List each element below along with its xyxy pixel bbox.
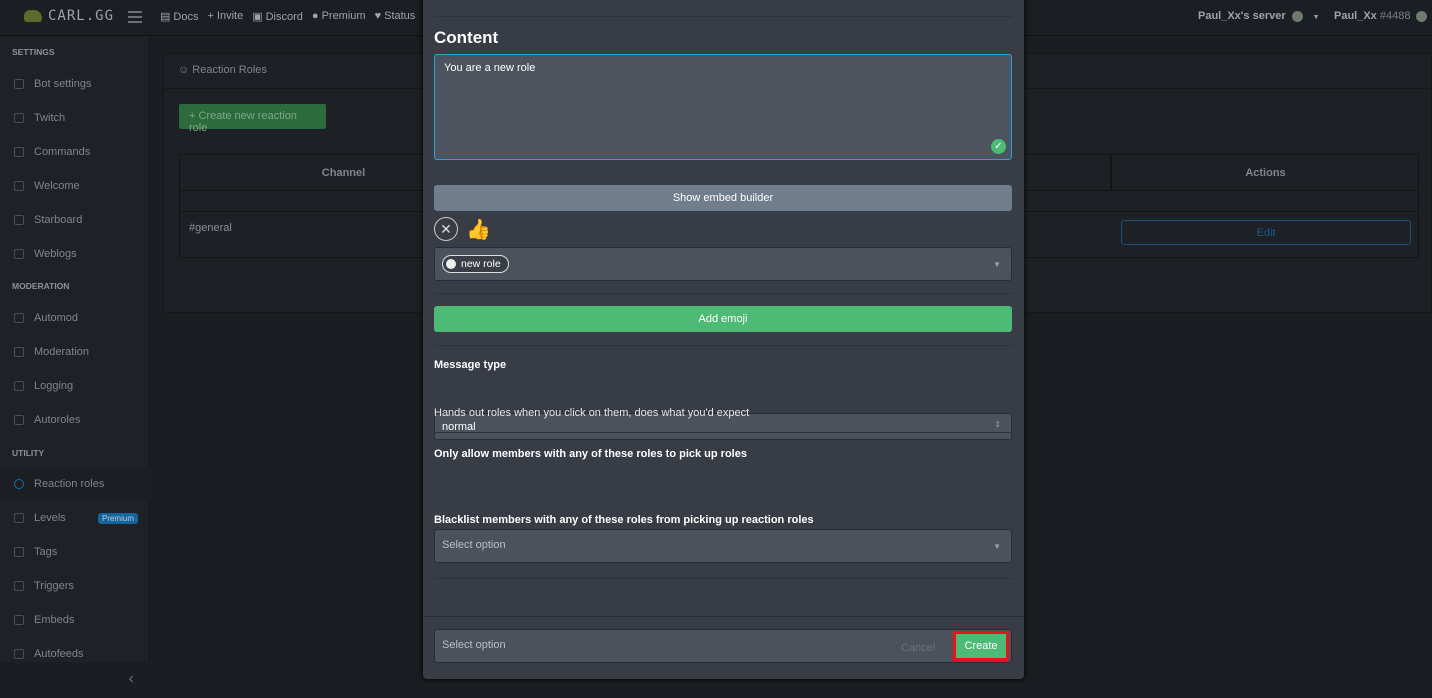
sidebar: SETTINGS Bot settings Twitch Commands We… <box>0 37 150 698</box>
discord-icon: ▣ <box>252 11 263 23</box>
content-label: Content <box>434 28 499 47</box>
show-embed-builder-button[interactable]: Show embed builder <box>434 185 1012 211</box>
user-icon <box>14 415 24 425</box>
sidebar-item-reaction-roles[interactable]: Reaction roles <box>0 467 150 501</box>
bar-chart-icon <box>14 513 24 523</box>
turtle-logo-icon <box>24 10 42 22</box>
logo[interactable]: CARL.GG <box>24 8 114 24</box>
wrench-icon <box>14 147 24 157</box>
content-textarea[interactable]: You are a new role ✓ <box>434 54 1012 160</box>
nav-discord[interactable]: ▣ Discord <box>252 10 303 23</box>
nav-invite[interactable]: + Invite <box>207 10 243 23</box>
sidebar-item-automod[interactable]: Automod <box>0 301 150 335</box>
thumbs-up-emoji: 👍 <box>466 218 491 241</box>
message-type-help: Hands out roles when you click on them, … <box>434 407 750 419</box>
nav-status[interactable]: ♥ Status <box>375 10 416 23</box>
image-icon <box>14 615 24 625</box>
patreon-icon: ● <box>311 10 319 22</box>
allow-roles-select[interactable]: Select option ▼ <box>434 529 1012 563</box>
list-icon <box>14 249 24 259</box>
sidebar-item-commands[interactable]: Commands <box>0 135 150 169</box>
create-button[interactable]: Create <box>953 631 1009 661</box>
role-tag[interactable]: new role <box>442 255 509 273</box>
section-title: UTILITY <box>12 448 45 458</box>
sidebar-item-moderation[interactable]: Moderation <box>0 335 150 369</box>
sidebar-item-twitch[interactable]: Twitch <box>0 101 150 135</box>
user-avatar <box>1416 10 1428 22</box>
blacklist-roles-label: Blacklist members with any of these role… <box>434 514 814 526</box>
book-icon: ▤ <box>160 11 171 23</box>
create-reaction-role-button[interactable]: + Create new reaction role <box>179 104 326 134</box>
menu-icon[interactable] <box>128 11 142 23</box>
sidebar-item-tags[interactable]: Tags <box>0 535 150 569</box>
nav-premium[interactable]: ● Premium <box>312 10 366 23</box>
message-type-label: Message type <box>434 359 507 371</box>
heart-icon: ♥ <box>374 10 382 22</box>
sidebar-item-welcome[interactable]: Welcome <box>0 169 150 203</box>
sort-icon: ⇕ <box>994 420 1001 429</box>
role-select[interactable]: new role ▼ <box>434 247 1012 281</box>
top-nav: ▤ Docs + Invite ▣ Discord ● Premium ♥ Status <box>160 10 415 23</box>
column-header-actions: Actions <box>1111 155 1419 191</box>
allow-roles-label: Only allow members with any of these rol… <box>434 448 747 460</box>
sidebar-item-autoroles[interactable]: Autoroles <box>0 403 150 437</box>
premium-badge: Premium <box>97 512 138 524</box>
rss-icon <box>14 649 24 659</box>
sidebar-item-weblogs[interactable]: Weblogs <box>0 237 150 271</box>
smiley-icon: ☺ <box>178 64 193 76</box>
door-icon <box>14 181 24 191</box>
user-menu[interactable]: Paul_Xx #4488 <box>1334 10 1428 22</box>
edit-button[interactable]: Edit <box>1121 220 1411 245</box>
twitch-icon <box>14 113 24 123</box>
sidebar-item-levels[interactable]: Levels Premium <box>0 501 150 535</box>
message-icon <box>14 581 24 591</box>
robot-icon <box>14 313 24 323</box>
server-avatar <box>1291 10 1303 22</box>
remove-emoji-button[interactable]: ✕ <box>434 217 458 241</box>
hammer-icon <box>14 347 24 357</box>
sidebar-item-bot-settings[interactable]: Bot settings <box>0 67 150 101</box>
collapse-sidebar-button[interactable]: ‹ <box>0 662 150 698</box>
sidebar-item-embeds[interactable]: Embeds <box>0 603 150 637</box>
star-icon <box>14 215 24 225</box>
add-emoji-button[interactable]: Add emoji <box>434 306 1012 332</box>
smiley-icon <box>14 479 24 489</box>
sidebar-item-starboard[interactable]: Starboard <box>0 203 150 237</box>
channel-cell: #general <box>189 222 232 234</box>
chevron-down-icon: ▼ <box>1312 14 1320 21</box>
sidebar-item-logging[interactable]: Logging <box>0 369 150 403</box>
tag-icon <box>14 547 24 557</box>
create-reaction-role-modal: Content You are a new role ✓ Show embed b… <box>423 0 1024 679</box>
chevron-left-icon: ‹ <box>128 670 134 687</box>
cancel-button[interactable]: Cancel <box>901 642 935 654</box>
sidebar-item-triggers[interactable]: Triggers <box>0 569 150 603</box>
check-icon: ✓ <box>991 139 1006 154</box>
chevron-down-icon: ▼ <box>993 260 1001 269</box>
nav-docs[interactable]: ▤ Docs <box>160 10 198 23</box>
plus-icon: + <box>207 10 214 22</box>
book-icon <box>14 381 24 391</box>
gear-icon <box>14 79 24 89</box>
section-title: SETTINGS <box>12 47 55 57</box>
section-title: MODERATION <box>12 281 70 291</box>
server-selector[interactable]: Paul_Xx's server ▼ <box>1198 10 1320 22</box>
chevron-down-icon: ▼ <box>993 542 1001 551</box>
